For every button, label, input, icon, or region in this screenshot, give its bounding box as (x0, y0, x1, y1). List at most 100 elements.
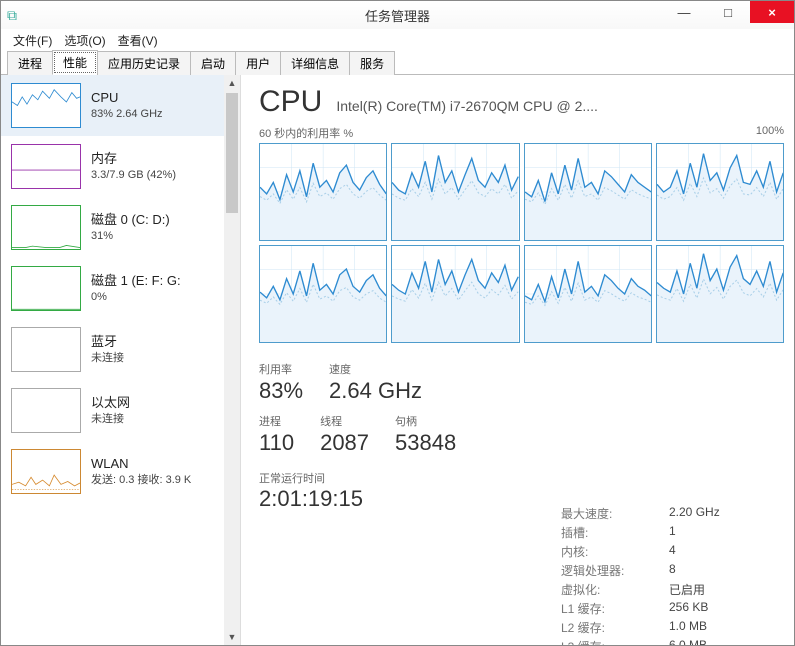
stat-speed: 速度 2.64 GHz (329, 361, 422, 405)
menu-bar: 文件(F) 选项(O) 查看(V) (1, 29, 794, 51)
stat-handles: 句柄 53848 (395, 413, 456, 457)
sidebar-cpu-info: CPU 83% 2.64 GHz (91, 89, 163, 123)
sidebar-item-wlan[interactable]: WLAN 发送: 0.3 接收: 3.9 K (1, 441, 240, 502)
cpu-header: CPU Intel(R) Core(TM) i7-2670QM CPU @ 2.… (259, 85, 784, 119)
tab-performance[interactable]: 性能 (52, 50, 98, 75)
tab-processes[interactable]: 进程 (7, 51, 53, 75)
ethernet-thumbnail (11, 388, 81, 433)
sidebar-item-disk0[interactable]: 磁盘 0 (C: D:) 31% (1, 197, 240, 258)
sidebar-item-disk1[interactable]: 磁盘 1 (E: F: G: 0% (1, 258, 240, 319)
core-graphs-row1 (259, 143, 784, 241)
minimize-button[interactable]: — (662, 1, 706, 23)
stat-thr-label: 线程 (320, 413, 369, 429)
info-lproc-k: 逻辑处理器: (561, 562, 651, 579)
cpu-info-table: 最大速度: 2.20 GHz 插槽: 1 内核: 4 逻辑处理器: 8 虚拟化:… (561, 505, 720, 645)
stat-hnd-label: 句柄 (395, 413, 456, 429)
sidebar-wlan-sub: 发送: 0.3 接收: 3.9 K (91, 473, 191, 488)
stat-proc-value: 110 (259, 429, 294, 457)
memory-thumbnail (11, 144, 81, 189)
graph-subheading: 60 秒内的利用率 % 100% (259, 125, 784, 141)
menu-file[interactable]: 文件(F) (9, 30, 56, 51)
tab-startup[interactable]: 启动 (190, 51, 236, 75)
graph-left-label: 60 秒内的利用率 % (259, 125, 353, 141)
window-title: 任务管理器 (365, 6, 430, 25)
cpu-title: CPU (259, 85, 322, 119)
sidebar-bt-title: 蓝牙 (91, 333, 124, 351)
disk1-thumbnail (11, 266, 81, 311)
stat-utilization: 利用率 83% (259, 361, 303, 405)
sidebar-disk1-sub: 0% (91, 290, 181, 305)
stats-row-1: 利用率 83% 速度 2.64 GHz (259, 361, 784, 405)
sidebar-wlan-info: WLAN 发送: 0.3 接收: 3.9 K (91, 455, 191, 489)
sidebar-mem-title: 内存 (91, 150, 176, 168)
sidebar-item-ethernet[interactable]: 以太网 未连接 (1, 380, 240, 441)
info-l3-k: L3 缓存: (561, 638, 651, 645)
info-l1-k: L1 缓存: (561, 600, 651, 617)
tab-app-history[interactable]: 应用历史记录 (97, 51, 191, 75)
sidebar-bt-sub: 未连接 (91, 351, 124, 366)
stat-speed-value: 2.64 GHz (329, 377, 422, 405)
core-graph-2 (524, 143, 652, 241)
info-maxspeed-v: 2.20 GHz (669, 505, 720, 522)
sidebar-mem-info: 内存 3.3/7.9 GB (42%) (91, 150, 176, 184)
close-button[interactable]: × (750, 1, 794, 23)
core-graph-7 (656, 245, 784, 343)
sidebar-eth-title: 以太网 (91, 394, 130, 412)
tab-users[interactable]: 用户 (235, 51, 281, 75)
scroll-down-icon[interactable]: ▼ (224, 629, 240, 645)
app-icon: ⧉ (7, 7, 23, 23)
info-sockets-v: 1 (669, 524, 720, 541)
sidebar-item-memory[interactable]: 内存 3.3/7.9 GB (42%) (1, 136, 240, 197)
core-graph-6 (524, 245, 652, 343)
stat-util-label: 利用率 (259, 361, 303, 377)
disk0-thumbnail (11, 205, 81, 250)
stat-threads: 线程 2087 (320, 413, 369, 457)
core-graph-3 (656, 143, 784, 241)
stat-hnd-value: 53848 (395, 429, 456, 457)
core-graph-4 (259, 245, 387, 343)
tab-bar: 进程 性能 应用历史记录 启动 用户 详细信息 服务 (1, 51, 794, 75)
tab-services[interactable]: 服务 (349, 51, 395, 75)
stat-thr-value: 2087 (320, 429, 369, 457)
stat-util-value: 83% (259, 377, 303, 405)
menu-options[interactable]: 选项(O) (60, 30, 109, 51)
info-maxspeed-k: 最大速度: (561, 505, 651, 522)
scroll-thumb[interactable] (226, 93, 238, 213)
menu-view[interactable]: 查看(V) (114, 30, 162, 51)
perf-sidebar: CPU 83% 2.64 GHz 内存 3.3/7.9 GB (42%) (1, 75, 241, 645)
sidebar-scrollbar[interactable]: ▲ ▼ (224, 75, 240, 645)
info-l3-v: 6.0 MB (669, 638, 720, 645)
sidebar-mem-sub: 3.3/7.9 GB (42%) (91, 168, 176, 183)
bluetooth-thumbnail (11, 327, 81, 372)
tab-details[interactable]: 详细信息 (280, 51, 350, 75)
info-virt-v: 已启用 (669, 581, 720, 598)
info-sockets-k: 插槽: (561, 524, 651, 541)
sidebar-disk1-title: 磁盘 1 (E: F: G: (91, 272, 181, 290)
info-cores-k: 内核: (561, 543, 651, 560)
sidebar-item-cpu[interactable]: CPU 83% 2.64 GHz (1, 75, 240, 136)
graph-right-label: 100% (756, 125, 784, 141)
sidebar-eth-sub: 未连接 (91, 412, 130, 427)
info-l2-k: L2 缓存: (561, 619, 651, 636)
sidebar-eth-info: 以太网 未连接 (91, 394, 130, 428)
maximize-button[interactable]: □ (706, 1, 750, 23)
cpu-subtitle: Intel(R) Core(TM) i7-2670QM CPU @ 2.... (336, 98, 598, 114)
main-panel: CPU Intel(R) Core(TM) i7-2670QM CPU @ 2.… (241, 75, 794, 645)
info-l1-v: 256 KB (669, 600, 720, 617)
info-lproc-v: 8 (669, 562, 720, 579)
window-controls: — □ × (662, 1, 794, 23)
cpu-thumbnail (11, 83, 81, 128)
core-graph-5 (391, 245, 519, 343)
sidebar-disk1-info: 磁盘 1 (E: F: G: 0% (91, 272, 181, 306)
core-graph-0 (259, 143, 387, 241)
wlan-thumbnail (11, 449, 81, 494)
stat-speed-label: 速度 (329, 361, 422, 377)
sidebar-disk0-sub: 31% (91, 229, 170, 244)
title-bar[interactable]: ⧉ 任务管理器 — □ × (1, 1, 794, 29)
stat-processes: 进程 110 (259, 413, 294, 457)
sidebar-item-bluetooth[interactable]: 蓝牙 未连接 (1, 319, 240, 380)
info-cores-v: 4 (669, 543, 720, 560)
sidebar-cpu-title: CPU (91, 89, 163, 107)
stat-uptime-label: 正常运行时间 (259, 470, 784, 486)
scroll-up-icon[interactable]: ▲ (224, 75, 240, 91)
